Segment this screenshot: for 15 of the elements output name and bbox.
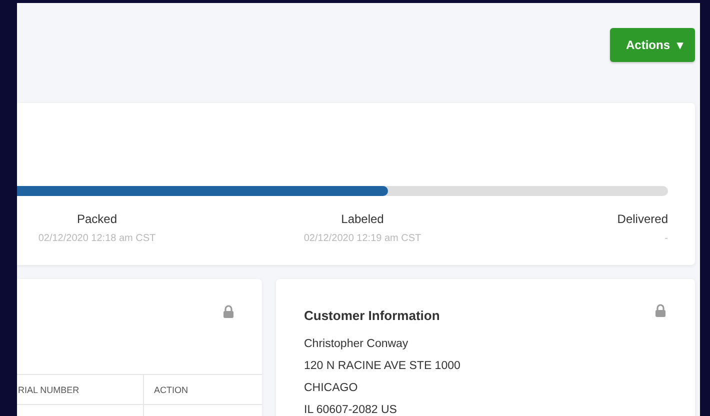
address-line: IL 60607-2082 US <box>304 403 398 416</box>
step-label: Labeled <box>341 212 384 226</box>
caret-icon: ▾ <box>677 38 683 52</box>
address-line: Christopher Conway <box>304 337 410 352</box>
step-label: Packed <box>76 212 118 226</box>
card-title: Customer Information <box>304 308 440 323</box>
step-time: - <box>664 233 668 244</box>
actions-button[interactable]: Actions ▾ <box>610 28 695 62</box>
step-time: 02/12/2020 12:19 am CST <box>304 233 422 244</box>
step-time: 02/12/2020 12:18 am CST <box>38 233 156 244</box>
address-line: 120 N RACINE AVE STE 1000 <box>304 359 462 374</box>
address-line: CHICAGO <box>304 381 359 396</box>
step-label: Delivered <box>617 212 668 226</box>
column-header: RIAL NUMBER <box>17 374 144 404</box>
column-header: ACTION <box>144 374 262 404</box>
